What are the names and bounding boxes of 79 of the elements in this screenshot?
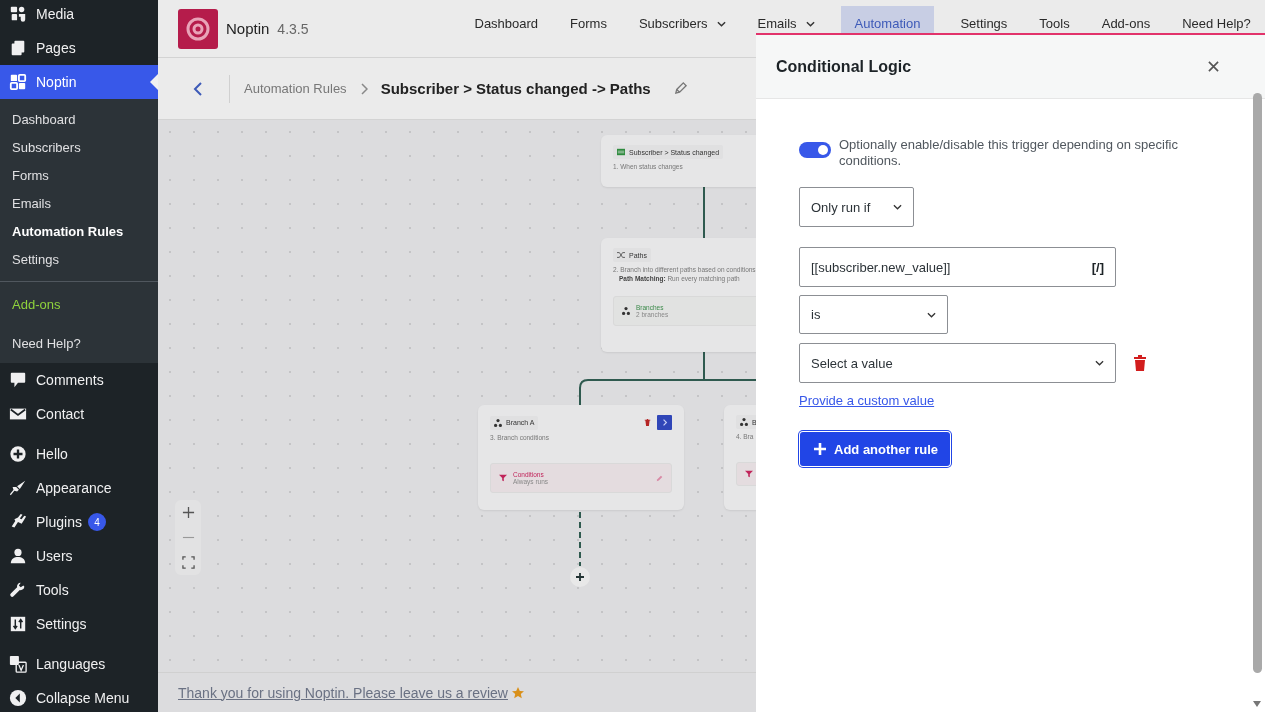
merge-tag-icon[interactable]: [/] (1091, 259, 1104, 275)
nav-tab[interactable]: Emails (751, 6, 821, 41)
wrench-icon (9, 581, 27, 599)
logo-icon (178, 8, 218, 49)
shuffle-icon (617, 251, 625, 259)
mode-select[interactable]: Only run if (799, 187, 914, 227)
breadcrumb-link[interactable]: Automation Rules (244, 81, 347, 96)
fit-view-icon[interactable] (181, 556, 195, 569)
funnel-icon (499, 474, 507, 482)
speech-bubble-icon (9, 371, 27, 389)
table-icon (617, 148, 625, 156)
add-rule-button[interactable]: Add another rule (800, 432, 950, 466)
brand-name: Noptin (226, 20, 270, 37)
input-field[interactable]: [[subscriber.new_value]] [/] (799, 247, 1116, 287)
submenu-item[interactable]: Subscribers (0, 133, 158, 161)
trash-icon[interactable] (644, 418, 651, 427)
sitemap-icon (622, 307, 630, 315)
open-node-button[interactable] (657, 415, 672, 430)
submenu-item[interactable]: Dashboard (0, 105, 158, 133)
menu-item[interactable]: Media (0, 0, 158, 31)
version-number: 4.3.5 (277, 20, 309, 37)
menu-item[interactable]: Users (0, 539, 158, 573)
menu-item[interactable]: Noptin (0, 65, 158, 99)
menu-item[interactable]: Hello (0, 437, 158, 471)
toggle-label: Optionally enable/disable this trigger depending on specific conditions. (839, 137, 1179, 169)
caret-icon (1095, 360, 1104, 366)
pages-icon (9, 39, 27, 57)
nav-tab[interactable]: Subscribers (632, 6, 732, 41)
zoom-in-icon[interactable] (181, 506, 195, 519)
menu-item[interactable]: Comments (0, 363, 158, 397)
dashed-connector (579, 511, 581, 567)
submenu-item[interactable]: Emails (0, 189, 158, 217)
menu-item[interactable]: Collapse Menu (0, 681, 158, 712)
sitemap-icon (740, 418, 748, 426)
caret-icon (927, 311, 936, 318)
panel-title: Conditional Logic (776, 57, 912, 76)
scroll-down-icon[interactable] (1253, 701, 1261, 707)
value-select[interactable]: Select a value (799, 343, 1116, 383)
submenu-item[interactable]: Forms (0, 161, 158, 189)
review-link[interactable]: Thank you for using Noptin. Please leave us a review (178, 684, 508, 701)
chevron-icon (359, 82, 368, 95)
pencil-icon[interactable] (672, 81, 688, 96)
close-icon[interactable] (1208, 61, 1219, 72)
menu-item[interactable]: Appearance (0, 471, 158, 505)
funnel-icon (745, 470, 753, 478)
submenu-item[interactable]: Automation Rules (0, 217, 158, 245)
update-count-badge: 4 (87, 513, 106, 531)
brush-icon (9, 479, 27, 497)
sliders-icon (9, 615, 27, 633)
caret-icon (893, 204, 902, 210)
submenu-item[interactable]: Settings (0, 245, 158, 273)
menu-item[interactable]: Plugins 4 (0, 505, 158, 539)
back-icon[interactable] (193, 80, 203, 97)
scrollbar[interactable] (1253, 93, 1262, 673)
menu-item[interactable]: Contact (0, 397, 158, 431)
page-title: Subscriber > Status changed -> Paths (380, 80, 651, 97)
nav-tab[interactable]: Dashboard (468, 6, 545, 41)
custom-value-link[interactable]: Provide a custom value (799, 393, 935, 408)
menu-item[interactable]: Settings (0, 607, 158, 641)
plus-icon (814, 443, 826, 455)
star-icon (511, 686, 524, 699)
connector-line (703, 186, 705, 239)
menu-item[interactable]: Pages (0, 31, 158, 65)
sitemap-icon (494, 418, 502, 427)
user-icon (9, 547, 27, 565)
trash-icon[interactable] (1133, 355, 1147, 371)
caret-icon (716, 20, 726, 27)
nav-tab[interactable]: Forms (564, 6, 613, 41)
caret-icon (805, 20, 815, 27)
media-icon (9, 5, 27, 23)
plus-circle-icon (9, 445, 27, 463)
collapse-icon (9, 689, 27, 707)
operator-select[interactable]: is (799, 295, 948, 334)
enable-toggle[interactable] (799, 142, 831, 158)
menu-item[interactable]: Tools (0, 573, 158, 607)
add-step-icon[interactable] (570, 567, 590, 587)
menu-item[interactable]: Languages (0, 647, 158, 681)
grid-icon (9, 73, 27, 91)
translate-icon (9, 655, 27, 673)
